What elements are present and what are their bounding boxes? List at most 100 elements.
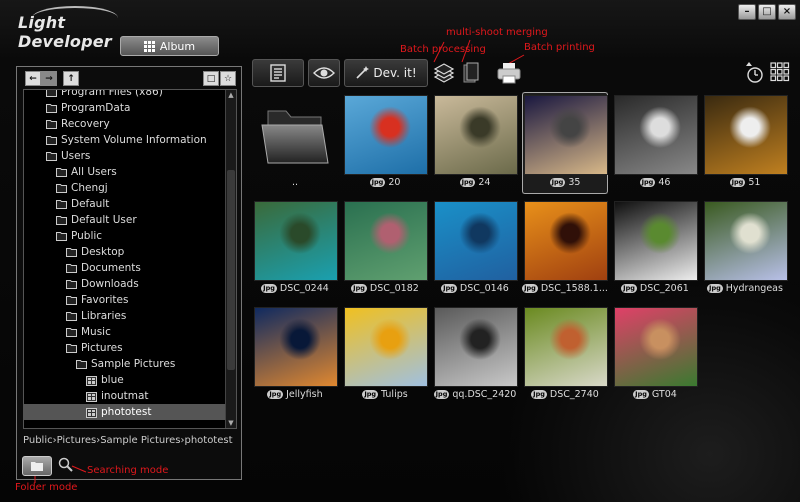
photo-thumbnail[interactable]: Jpg Tulips (342, 304, 428, 406)
jpg-badge-icon: Jpg (621, 284, 637, 293)
photo-thumbnail[interactable]: Jpg 35 (522, 92, 608, 194)
thumbnail-caption: Jpg 24 (432, 177, 518, 188)
batch-printing-button[interactable] (492, 60, 526, 86)
jpg-badge-icon: Jpg (707, 284, 723, 293)
thumbnail-label: 46 (658, 177, 671, 188)
tree-item-label: Public (71, 230, 103, 242)
develop-button[interactable]: Dev. it! (344, 59, 428, 87)
breadcrumb[interactable]: Public›Pictures›Sample Pictures›phototes… (23, 435, 233, 446)
folder-icon (46, 135, 57, 145)
thumbnail-image (704, 95, 788, 175)
folder-tree[interactable]: Program Files (x86) ProgramData Recovery Sy… (23, 89, 237, 429)
tree-item-label: Sample Pictures (91, 358, 176, 370)
tree-item[interactable]: Chengj (24, 180, 236, 196)
jpg-badge-icon: Jpg (441, 284, 457, 293)
thumbnail-label: qq.DSC_2420 (452, 389, 517, 400)
photo-thumbnail[interactable]: Jpg 20 (342, 92, 428, 194)
new-folder-icon[interactable]: □ (203, 71, 219, 86)
thumbnail-label: 20 (388, 177, 401, 188)
tree-item-label: Libraries (81, 310, 127, 322)
tree-item-label: Users (61, 150, 91, 162)
thumbnail-image (524, 95, 608, 175)
folder-icon (56, 167, 67, 177)
scroll-down-icon[interactable]: ▼ (226, 418, 236, 428)
photo-thumbnail[interactable]: Jpg Hydrangeas (702, 198, 788, 300)
album-button[interactable]: Album (120, 36, 219, 56)
tree-item[interactable]: Program Files (x86) (24, 90, 236, 100)
preview-button[interactable] (308, 59, 340, 87)
parent-folder-thumbnail[interactable]: .. (252, 92, 338, 194)
folder-mode-button[interactable] (22, 456, 52, 476)
photo-thumbnail[interactable]: Jpg 46 (612, 92, 698, 194)
tree-item[interactable]: Default (24, 196, 236, 212)
tree-item[interactable]: System Volume Information (24, 132, 236, 148)
tree-item-label: Documents (81, 262, 141, 274)
forward-arrow-icon[interactable]: → (41, 71, 57, 86)
thumbnail-image (344, 95, 428, 175)
list-view-button[interactable] (252, 59, 304, 87)
thumbnail-caption: .. (252, 177, 338, 188)
minimize-button[interactable]: – (738, 4, 756, 20)
photo-thumbnail[interactable]: Jpg Jellyfish (252, 304, 338, 406)
tree-item[interactable]: Recovery (24, 116, 236, 132)
thumbnail-caption: Jpg 51 (702, 177, 788, 188)
tree-item-label: Music (81, 326, 111, 338)
photo-thumbnail[interactable]: Jpg DSC_2061 (612, 198, 698, 300)
thumbnail-caption: Jpg 35 (522, 177, 608, 188)
thumbnail-image (614, 307, 698, 387)
thumbnail-label: 35 (568, 177, 581, 188)
tree-item[interactable]: Favorites (24, 292, 236, 308)
thumbnail-grid-icon[interactable] (770, 62, 790, 82)
photo-thumbnail[interactable]: Jpg DSC_1588.1... (522, 198, 608, 300)
tree-item[interactable]: phototest (24, 404, 236, 420)
tree-item[interactable]: Music (24, 324, 236, 340)
multi-shoot-merge-button[interactable] (460, 60, 482, 86)
up-arrow-icon[interactable]: ↑ (63, 71, 79, 86)
back-arrow-icon[interactable]: ← (25, 71, 41, 86)
tree-item[interactable]: Libraries (24, 308, 236, 324)
tree-item[interactable]: Public (24, 228, 236, 244)
thumbnail-caption: Jpg DSC_0182 (342, 283, 428, 294)
thumbnail-image (614, 201, 698, 281)
tree-item[interactable]: Default User (24, 212, 236, 228)
batch-processing-button[interactable] (432, 60, 456, 86)
stack-layers-icon (433, 63, 455, 83)
photo-thumbnail[interactable]: Jpg DSC_0146 (432, 198, 518, 300)
tree-item[interactable]: Downloads (24, 276, 236, 292)
multi-shoot-annotation: multi-shoot merging (446, 27, 548, 38)
scrollbar-thumb[interactable] (227, 170, 235, 370)
folder-icon (66, 327, 77, 337)
close-button[interactable]: × (778, 4, 796, 20)
tree-item-label: inoutmat (101, 390, 149, 402)
photo-thumbnail[interactable]: Jpg DSC_0182 (342, 198, 428, 300)
photo-thumbnail[interactable]: Jpg GT04 (612, 304, 698, 406)
tree-item[interactable]: Sample Pictures (24, 356, 236, 372)
tree-scrollbar[interactable]: ▲ ▼ (225, 90, 236, 428)
folder-icon (56, 231, 67, 241)
folder-icon (46, 103, 57, 113)
photo-thumbnail[interactable]: Jpg 24 (432, 92, 518, 194)
scroll-up-icon[interactable]: ▲ (226, 90, 236, 100)
star-icon[interactable]: ☆ (220, 71, 236, 86)
tree-item[interactable]: Pictures (24, 340, 236, 356)
tree-item-label: Default User (71, 214, 137, 226)
tree-item[interactable]: Users (24, 148, 236, 164)
photo-thumbnail[interactable]: Jpg qq.DSC_2420 (432, 304, 518, 406)
searching-mode-button[interactable] (58, 457, 74, 473)
photo-thumbnail[interactable]: Jpg 51 (702, 92, 788, 194)
jpg-badge-icon: Jpg (351, 284, 367, 293)
clock-sort-icon[interactable] (744, 60, 764, 84)
jpg-badge-icon: Jpg (369, 178, 386, 187)
tree-item[interactable]: blue (24, 372, 236, 388)
tree-item[interactable]: Documents (24, 260, 236, 276)
photo-thumbnail[interactable]: Jpg DSC_2740 (522, 304, 608, 406)
magic-wand-icon (356, 66, 370, 79)
tree-item[interactable]: All Users (24, 164, 236, 180)
searching-mode-annotation: Searching mode (87, 465, 169, 476)
tree-item[interactable]: ProgramData (24, 100, 236, 116)
tree-item-label: All Users (71, 166, 117, 178)
tree-item[interactable]: inoutmat (24, 388, 236, 404)
tree-item[interactable]: Desktop (24, 244, 236, 260)
photo-thumbnail[interactable]: Jpg DSC_0244 (252, 198, 338, 300)
maximize-button[interactable]: □ (758, 4, 776, 20)
